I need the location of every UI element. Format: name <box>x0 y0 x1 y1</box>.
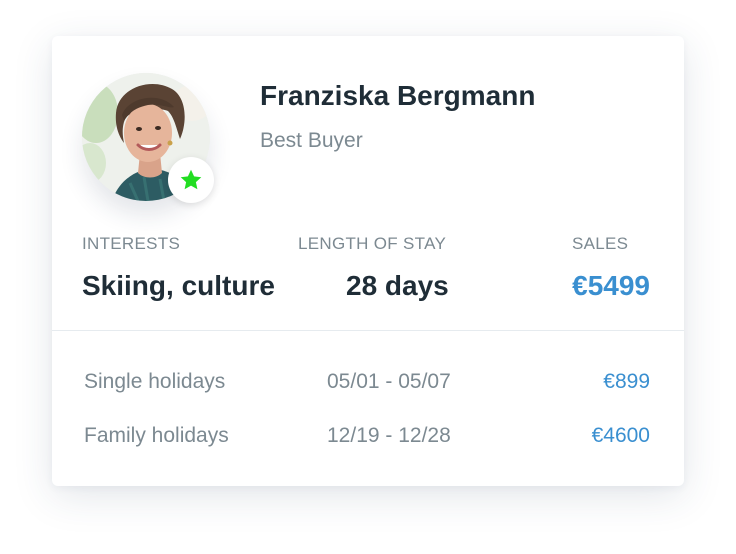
length-of-stay-label: LENGTH OF STAY <box>298 234 447 253</box>
booking-dates: 12/19 - 12/28 <box>327 424 451 447</box>
booking-dates: 05/01 - 05/07 <box>327 370 451 393</box>
star-badge <box>168 157 214 203</box>
sales-value: €5499 <box>572 270 650 301</box>
booking-amount: €4600 <box>591 424 650 447</box>
booking-category: Family holidays <box>84 424 229 447</box>
customer-card: Franziska Bergmann Best Buyer INTERESTS … <box>52 36 684 486</box>
booking-category: Single holidays <box>84 370 226 393</box>
length-of-stay-value: 28 days <box>346 270 449 301</box>
avatar-container <box>82 73 214 203</box>
star-icon <box>180 169 202 190</box>
divider <box>52 330 684 331</box>
customer-name: Franziska Bergmann <box>260 80 536 111</box>
interests-label: INTERESTS <box>82 234 181 253</box>
interests-value: Skiing, culture <box>82 270 275 301</box>
booking-row: Single holidays 05/01 - 05/07 €899 <box>52 370 684 400</box>
booking-row: Family holidays 12/19 - 12/28 €4600 <box>52 424 684 454</box>
sales-label: SALES <box>572 234 629 253</box>
customer-role: Best Buyer <box>260 129 363 152</box>
booking-amount: €899 <box>603 370 650 393</box>
